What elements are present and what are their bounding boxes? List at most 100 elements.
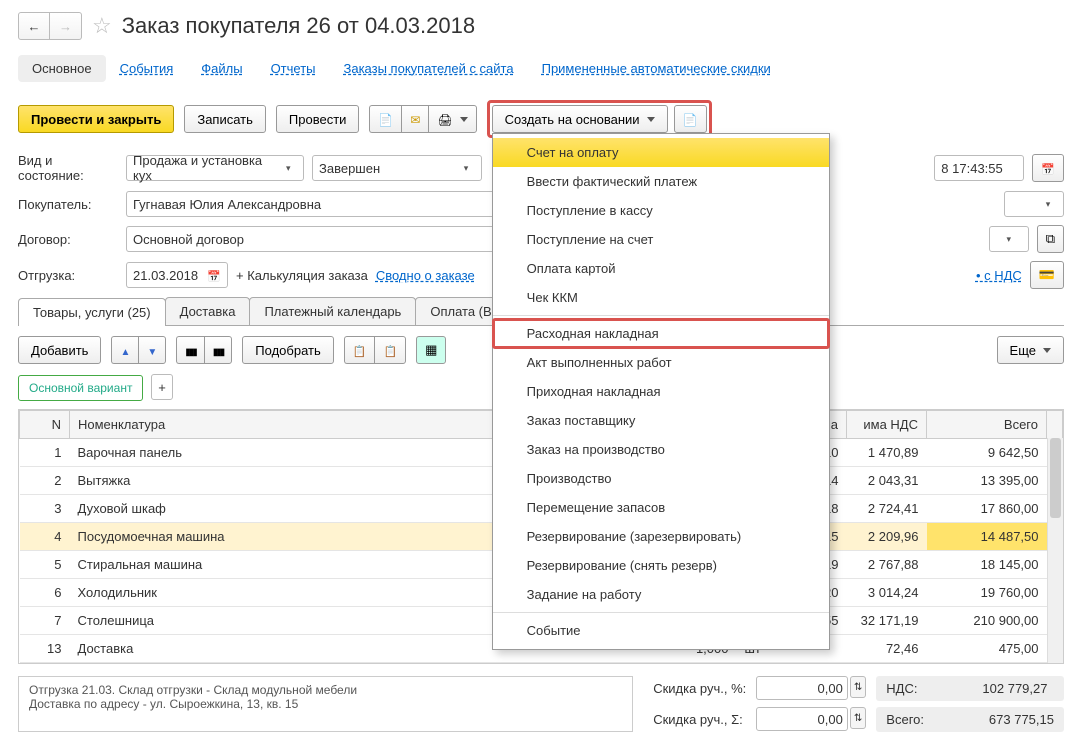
table-scrollbar[interactable] — [1047, 438, 1063, 663]
chevron-down-icon[interactable]: ▾ — [1039, 199, 1057, 210]
move-up-button[interactable] — [111, 336, 138, 364]
spinner-icon[interactable]: ⇅ — [850, 707, 866, 729]
chevron-down-icon[interactable]: ▾ — [457, 163, 475, 174]
contract-value: Основной договор — [133, 232, 244, 247]
section-tab-files[interactable]: Файлы — [187, 55, 256, 82]
menu-item-actual-payment[interactable]: Ввести фактический платеж — [493, 167, 829, 196]
doc-register-button[interactable] — [674, 105, 707, 133]
grand-total-box: Всего: 673 775,15 — [876, 707, 1064, 732]
menu-separator — [493, 315, 829, 316]
total-label: Всего: — [886, 712, 924, 727]
menu-item-work-task[interactable]: Задание на работу — [493, 580, 829, 609]
menu-item-bank-receipt[interactable]: Поступление на счет — [493, 225, 829, 254]
col-vat[interactable]: има НДС — [847, 410, 927, 438]
post-button[interactable]: Провести — [276, 105, 360, 133]
menu-item-supplier-order[interactable]: Заказ поставщику — [493, 406, 829, 435]
create-based-on-button[interactable]: Создать на основании — [492, 105, 668, 133]
cell-total: 9 642,50 — [927, 438, 1047, 466]
cell-n: 2 — [20, 466, 70, 494]
pick-button[interactable]: Подобрать — [242, 336, 333, 364]
section-tab-reports[interactable]: Отчеты — [257, 55, 330, 82]
chevron-down-icon[interactable]: ▾ — [280, 163, 297, 174]
copy-to-file-button[interactable] — [369, 105, 401, 133]
cell-n: 4 — [20, 522, 70, 550]
cell-total: 17 860,00 — [927, 494, 1047, 522]
nav-back-button[interactable]: ← — [18, 12, 50, 40]
extra-input-1[interactable]: ▾ — [989, 226, 1029, 252]
copy-icon — [353, 343, 367, 358]
main-variant-tab[interactable]: Основной вариант — [18, 375, 143, 401]
section-tab-main[interactable]: Основное — [18, 55, 106, 82]
calendar-icon — [1041, 161, 1055, 176]
discount-sum-input[interactable]: 0,00 — [756, 707, 848, 731]
barcode-button-2[interactable] — [204, 336, 233, 364]
tab-payment-calendar[interactable]: Платежный календарь — [249, 297, 416, 325]
ship-date-input[interactable]: 21.03.2018 — [126, 262, 228, 288]
spinner-icon[interactable]: ⇅ — [850, 676, 866, 698]
order-summary-link[interactable]: Сводно о заказе — [376, 268, 475, 283]
chevron-down-icon[interactable]: ▾ — [1000, 234, 1018, 245]
menu-item-stock-transfer[interactable]: Перемещение запасов — [493, 493, 829, 522]
barcode-button-1[interactable] — [176, 336, 204, 364]
copy-rows-button[interactable] — [344, 336, 375, 364]
ship-info-line-2: Доставка по адресу - ул. Сыроежкина, 13,… — [29, 697, 622, 711]
scrollbar-thumb[interactable] — [1050, 438, 1061, 518]
write-button[interactable]: Записать — [184, 105, 266, 133]
nav-forward-button[interactable]: → — [50, 12, 82, 40]
post-and-close-button[interactable]: Провести и закрыть — [18, 105, 174, 133]
menu-item-production-order[interactable]: Заказ на производство — [493, 435, 829, 464]
menu-item-act-services[interactable]: Акт выполненных работ — [493, 348, 829, 377]
barcode-icon — [185, 343, 196, 358]
menu-item-invoice[interactable]: Счет на оплату — [493, 138, 829, 167]
shipping-info-box: Отгрузка 21.03. Склад отгрузки - Склад м… — [18, 676, 633, 732]
menu-item-reserve-add[interactable]: Резервирование (зарезервировать) — [493, 522, 829, 551]
print-button[interactable] — [428, 105, 476, 133]
print-icon — [437, 112, 452, 127]
vat-total-box: НДС:102 779,27 — [876, 676, 1064, 701]
with-vat-link[interactable]: • с НДС — [976, 268, 1022, 283]
section-tab-events[interactable]: События — [106, 55, 188, 82]
ship-date-value: 21.03.2018 — [133, 268, 198, 283]
section-tab-site-orders[interactable]: Заказы покупателей с сайта — [330, 55, 528, 82]
favorite-star-icon[interactable]: ☆ — [92, 13, 112, 39]
calendar-icon[interactable] — [207, 268, 221, 283]
menu-item-shipping-note[interactable]: Расходная накладная — [493, 319, 829, 348]
cell-vat: 1 470,89 — [847, 438, 927, 466]
cell-vat: 2 767,88 — [847, 550, 927, 578]
card-button[interactable]: 💳 — [1030, 261, 1064, 289]
add-row-button[interactable]: Добавить — [18, 336, 101, 364]
col-total[interactable]: Всего — [927, 410, 1047, 438]
open-ref-button[interactable]: ⧉ — [1037, 225, 1064, 253]
menu-item-production[interactable]: Производство — [493, 464, 829, 493]
discount-matrix-button[interactable]: ▦ — [416, 336, 446, 364]
menu-item-kkm-check[interactable]: Чек ККМ — [493, 283, 829, 312]
tab-delivery[interactable]: Доставка — [165, 297, 251, 325]
tab-goods[interactable]: Товары, услуги (25) — [18, 298, 166, 326]
total-value: 673 775,15 — [964, 712, 1054, 727]
section-tab-auto-discounts[interactable]: Примененные автоматические скидки — [528, 55, 785, 82]
menu-item-card-payment[interactable]: Оплата картой — [493, 254, 829, 283]
kind-input[interactable]: Продажа и установка кух▾ — [126, 155, 304, 181]
menu-item-cash-receipt[interactable]: Поступление в кассу — [493, 196, 829, 225]
menu-item-reserve-remove[interactable]: Резервирование (снять резерв) — [493, 551, 829, 580]
cell-vat: 72,46 — [847, 634, 927, 662]
menu-item-receipt-note[interactable]: Приходная накладная — [493, 377, 829, 406]
move-down-button[interactable] — [138, 336, 166, 364]
send-mail-button[interactable] — [401, 105, 428, 133]
discount-pct-input[interactable]: 0,00 — [756, 676, 848, 700]
kind-label: Вид и состояние: — [18, 153, 118, 183]
menu-item-event[interactable]: Событие — [493, 616, 829, 645]
file-icon — [378, 112, 393, 127]
calendar-button[interactable] — [1032, 154, 1064, 182]
contract-input[interactable]: Основной договор▾ — [126, 226, 518, 252]
paste-rows-button[interactable] — [374, 336, 406, 364]
more-button[interactable]: Еще — [997, 336, 1064, 364]
state-input[interactable]: Завершен▾ — [312, 155, 482, 181]
org-input[interactable]: ▾ — [1004, 191, 1064, 217]
buyer-input[interactable]: Гугнавая Юлия Александровна▾ — [126, 191, 518, 217]
add-variant-button[interactable]: + — [151, 374, 173, 400]
col-n[interactable]: N — [20, 410, 70, 438]
cell-total: 475,00 — [927, 634, 1047, 662]
date-input[interactable]: 8 17:43:55 — [934, 155, 1024, 181]
cell-n: 1 — [20, 438, 70, 466]
